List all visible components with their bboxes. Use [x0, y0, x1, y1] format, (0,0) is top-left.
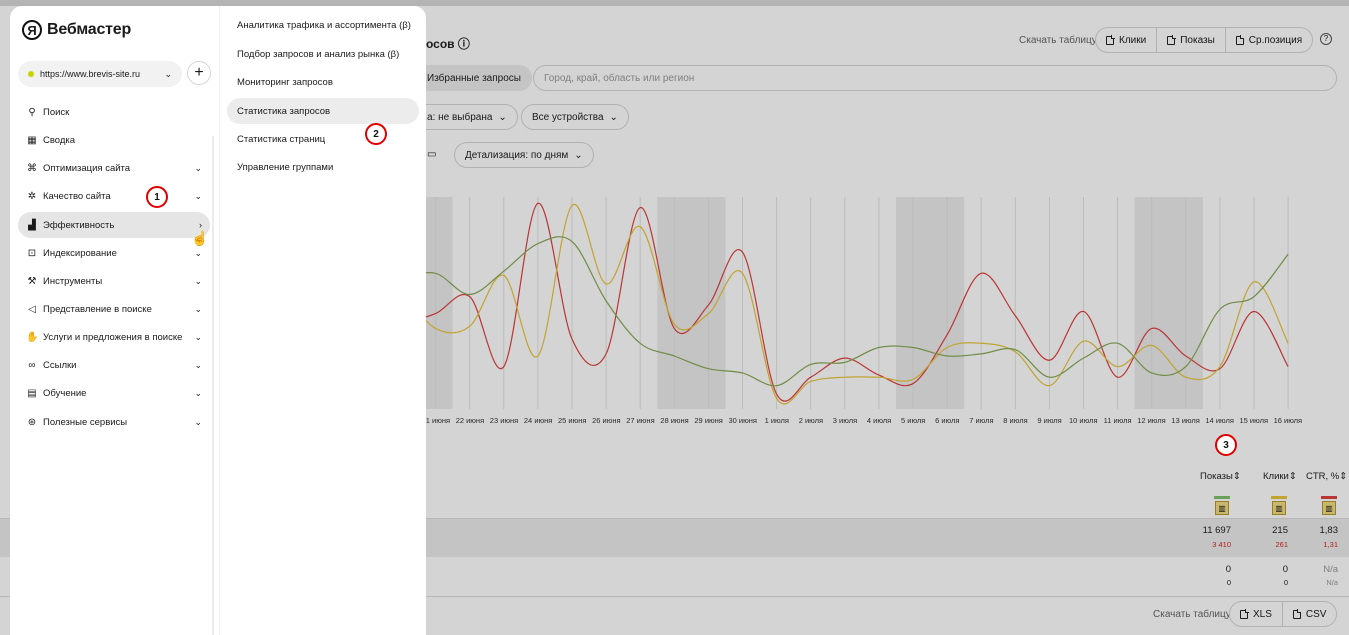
sidebar-item-label: Поиск	[43, 106, 70, 118]
chevron-down-icon: ⌄	[194, 190, 202, 201]
chevron-down-icon: ⌄	[194, 303, 202, 314]
submenu-item-query-monitoring[interactable]: Мониторинг запросов	[227, 69, 419, 95]
grid-icon: ▦	[27, 134, 37, 146]
sidebar-item-label: Качество сайта	[43, 190, 111, 202]
logo-text: Вебмастер	[47, 21, 132, 38]
sidebar-item-label: Обучение	[43, 387, 87, 399]
hand-icon: ✋	[26, 331, 39, 343]
chevron-down-icon: ⌄	[194, 162, 202, 173]
site-selector[interactable]: https://www.brevis-site.ru ⌄	[18, 61, 182, 87]
submenu-item-label: Мониторинг запросов	[237, 76, 333, 88]
annotation-badge-2: 2	[365, 123, 387, 145]
submenu-item-label: Управление группами	[237, 161, 334, 173]
sidebar-item-label: Полезные сервисы	[43, 416, 128, 428]
sitemap-icon: ⌘	[27, 162, 37, 174]
sparkle-icon: ✲	[27, 190, 37, 202]
sidebar-item-label: Сводка	[43, 134, 76, 146]
chevron-down-icon: ⌄	[164, 68, 172, 79]
search-icon: ⚲	[28, 106, 36, 118]
chevron-down-icon: ⌄	[194, 359, 202, 370]
chevron-down-icon: ⌄	[194, 331, 202, 342]
yandex-logo-icon: Я	[22, 20, 42, 40]
sidebar-item-search[interactable]: ⚲ Поиск	[18, 99, 210, 125]
sidebar-item-label: Ссылки	[43, 359, 77, 371]
add-site-button[interactable]: +	[187, 61, 211, 85]
sidebar: Я Вебмастер https://www.brevis-site.ru ⌄…	[10, 6, 219, 635]
sidebar-item-label: Услуги и предложения в поиске	[43, 331, 183, 343]
submenu-item-group-management[interactable]: Управление группами	[227, 154, 419, 180]
site-url: https://www.brevis-site.ru	[40, 69, 141, 79]
robot-icon: ⊡	[27, 247, 37, 259]
sidebar-item-tools[interactable]: ⚒ Инструменты ⌄	[18, 268, 210, 294]
chevron-down-icon: ⌄	[194, 275, 202, 286]
sidebar-item-quality[interactable]: ✲ Качество сайта ⌄	[18, 183, 210, 209]
annotation-badge-1: 1	[146, 186, 168, 208]
compass-icon: ⊛	[27, 416, 37, 428]
submenu-panel: Аналитика трафика и ассортимента (β) Под…	[219, 6, 426, 635]
sidebar-item-optimization[interactable]: ⌘ Оптимизация сайта ⌄	[18, 155, 210, 181]
hand-cursor-icon: ☝	[191, 230, 209, 246]
sidebar-item-services[interactable]: ✋ Услуги и предложения в поиске ⌄	[18, 324, 210, 350]
sidebar-item-summary[interactable]: ▦ Сводка	[18, 127, 210, 153]
submenu-item-label: Статистика запросов	[237, 105, 331, 117]
submenu-item-label: Подбор запросов и анализ рынка (β)	[237, 48, 400, 60]
megaphone-icon: ◁	[28, 303, 36, 315]
sidebar-item-useful-services[interactable]: ⊛ Полезные сервисы ⌄	[18, 409, 210, 435]
sidebar-item-links[interactable]: ∞ Ссылки ⌄	[18, 352, 210, 378]
chevron-right-icon: ›	[199, 220, 202, 230]
sidebar-item-label: Эффективность	[43, 219, 115, 231]
chart-icon: ▟	[28, 219, 36, 231]
sidebar-item-label: Представление в поиске	[43, 303, 152, 315]
annotation-badge-3: 3	[1215, 434, 1237, 456]
submenu-item-query-statistics[interactable]: Статистика запросов	[227, 98, 419, 124]
book-icon: ▤	[27, 387, 37, 399]
submenu-item-query-selection[interactable]: Подбор запросов и анализ рынка (β)	[227, 41, 419, 67]
sidebar-item-efficiency[interactable]: ▟ Эффективность ›	[18, 212, 210, 238]
sidebar-item-learning[interactable]: ▤ Обучение ⌄	[18, 380, 210, 406]
chevron-down-icon: ⌄	[194, 247, 202, 258]
submenu-item-traffic-analytics[interactable]: Аналитика трафика и ассортимента (β)	[227, 12, 419, 38]
submenu-item-page-statistics[interactable]: Статистика страниц	[227, 126, 419, 152]
sidebar-item-label: Оптимизация сайта	[43, 162, 131, 174]
submenu-item-label: Аналитика трафика и ассортимента (β)	[237, 19, 411, 31]
link-icon: ∞	[28, 359, 36, 371]
logo[interactable]: Я Вебмастер	[22, 20, 131, 40]
sidebar-item-label: Инструменты	[43, 275, 103, 287]
wrench-icon: ⚒	[27, 275, 37, 287]
site-favicon-icon	[28, 71, 34, 77]
scrollbar[interactable]	[212, 136, 214, 635]
sidebar-item-indexing[interactable]: ⊡ Индексирование ⌄	[18, 240, 210, 266]
submenu-item-label: Статистика страниц	[237, 133, 326, 145]
sidebar-item-label: Индексирование	[43, 247, 117, 259]
chevron-down-icon: ⌄	[194, 387, 202, 398]
chevron-down-icon: ⌄	[194, 416, 202, 427]
sidebar-item-search-presentation[interactable]: ◁ Представление в поиске ⌄	[18, 296, 210, 322]
